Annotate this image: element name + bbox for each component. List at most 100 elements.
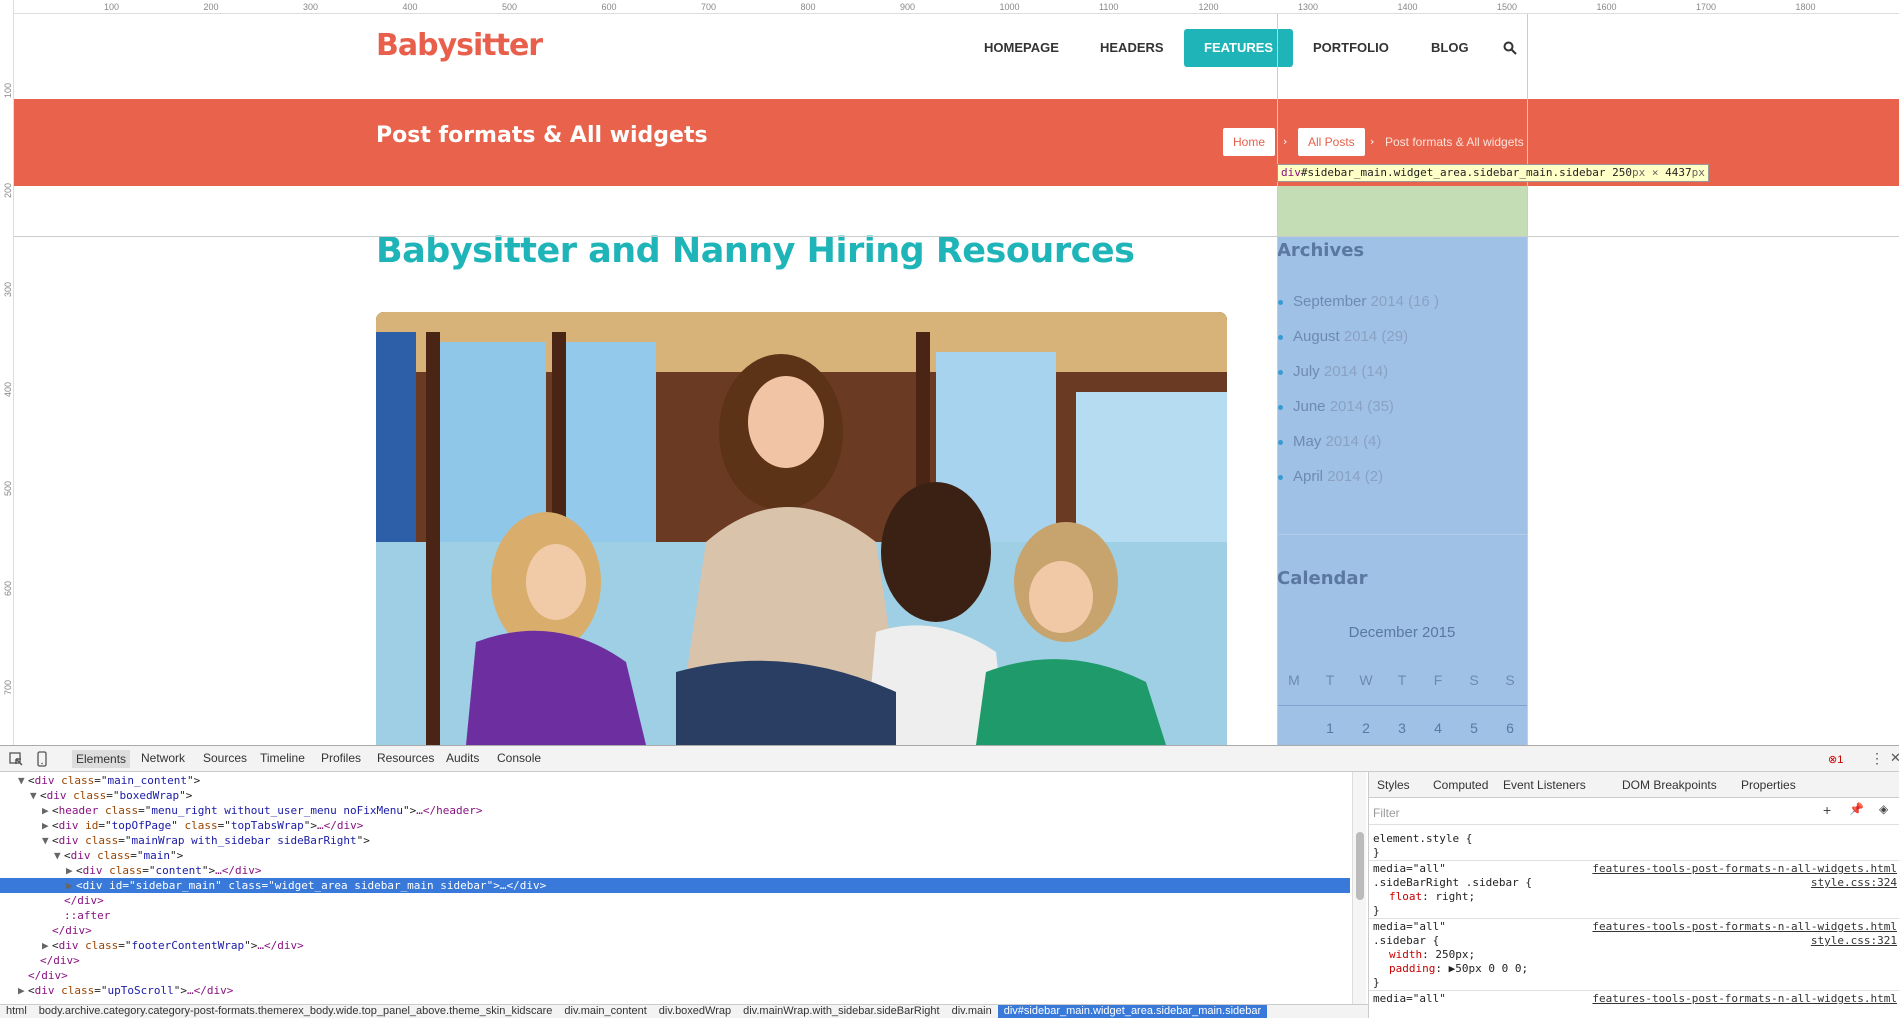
dom-node[interactable]: </div>: [0, 893, 1350, 908]
dom-tag-name: header: [58, 804, 99, 817]
element-breadcrumb[interactable]: div.main: [946, 1005, 998, 1018]
error-count-badge[interactable]: ⊗1: [1828, 753, 1843, 766]
collapsed-arrow-icon[interactable]: ▶: [18, 983, 28, 998]
calendar-day[interactable]: 6: [1492, 720, 1528, 736]
styles-tab-dom-breakpoints[interactable]: DOM Breakpoints: [1622, 778, 1717, 792]
new-rule-icon[interactable]: +: [1823, 802, 1831, 818]
element-breadcrumb[interactable]: div.boxedWrap: [653, 1005, 737, 1018]
dom-node[interactable]: ▶ <div id="topOfPage" class="topTabsWrap"…: [0, 818, 1350, 833]
site-logo[interactable]: Babysitter: [376, 28, 543, 63]
element-breadcrumb[interactable]: html: [0, 1005, 33, 1018]
collapsed-arrow-icon[interactable]: ▶: [42, 938, 52, 953]
dom-node[interactable]: </div>: [0, 953, 1350, 968]
expanded-arrow-icon[interactable]: ▼: [42, 833, 52, 848]
calendar-day[interactable]: 3: [1384, 720, 1420, 736]
dom-node[interactable]: ▼ <div class="main">: [0, 848, 1350, 863]
element-breadcrumb[interactable]: div.mainWrap.with_sidebar.sideBarRight: [737, 1005, 945, 1018]
dom-node[interactable]: ▶ <div class="content">…</div>: [0, 863, 1350, 878]
calendar-day[interactable]: 5: [1456, 720, 1492, 736]
devtools-tab-resources[interactable]: Resources: [377, 751, 434, 765]
styles-tab-properties[interactable]: Properties: [1741, 778, 1796, 792]
breadcrumb-home[interactable]: Home: [1223, 128, 1276, 156]
css-property[interactable]: padding: ▶50px 0 0 0;: [1389, 962, 1528, 976]
rule-selector[interactable]: .sideBarRight .sidebar {: [1373, 876, 1532, 890]
rule-selector[interactable]: element.style {: [1373, 832, 1472, 846]
dom-node[interactable]: ::after: [0, 908, 1350, 923]
devtools-tab-elements[interactable]: Elements: [72, 750, 131, 768]
dom-node[interactable]: ▼ <div class="mainWrap with_sidebar sideB…: [0, 833, 1350, 848]
rule-selector[interactable]: .sidebar {: [1373, 934, 1439, 948]
dom-node[interactable]: ▶ <div class="upToScroll">…</div>: [0, 983, 1350, 998]
devtools-tab-sources[interactable]: Sources: [203, 751, 247, 765]
toggle-element-state-icon[interactable]: ◈: [1879, 802, 1888, 816]
archive-month: April: [1293, 468, 1324, 485]
archive-item[interactable]: August 2014 (29): [1278, 328, 1408, 345]
css-property[interactable]: float: right;: [1389, 890, 1475, 904]
scrollbar-thumb[interactable]: [1356, 832, 1364, 900]
search-icon[interactable]: [1503, 41, 1517, 55]
rule-source-link[interactable]: features-tools-post-formats-n-all-widget…: [1592, 920, 1897, 934]
dom-node[interactable]: </div>: [0, 923, 1350, 938]
pin-icon[interactable]: 📌: [1849, 802, 1864, 816]
nav-headers[interactable]: HEADERS: [1080, 29, 1184, 67]
archive-item[interactable]: September 2014 (16 ): [1278, 293, 1439, 310]
collapsed-arrow-icon[interactable]: ▶: [66, 863, 76, 878]
archive-item[interactable]: May 2014 (4): [1278, 433, 1381, 450]
nav-homepage[interactable]: HOMEPAGE: [964, 29, 1079, 67]
calendar-day[interactable]: 4: [1420, 720, 1456, 736]
styles-tab-computed[interactable]: Computed: [1433, 778, 1488, 792]
archive-month: September: [1293, 293, 1367, 310]
archive-item[interactable]: April 2014 (2): [1278, 468, 1383, 485]
ruler-tick: 300: [303, 2, 319, 12]
styles-tab-styles[interactable]: Styles: [1377, 778, 1410, 792]
devtools-tab-profiles[interactable]: Profiles: [321, 751, 361, 765]
inspect-element-icon[interactable]: [8, 751, 24, 767]
rule-stylesheet-link[interactable]: style.css:321: [1811, 934, 1897, 948]
tooltip-selector: #sidebar_main.widget_area.sidebar_main.s…: [1300, 166, 1606, 179]
element-breadcrumb[interactable]: div#sidebar_main.widget_area.sidebar_mai…: [997, 1005, 1268, 1018]
collapsed-arrow-icon[interactable]: ▶: [66, 878, 76, 893]
devtools-tab-network[interactable]: Network: [141, 751, 185, 765]
post-title[interactable]: Babysitter and Nanny Hiring Resources: [376, 231, 1135, 271]
archive-item[interactable]: July 2014 (14): [1278, 363, 1388, 380]
element-breadcrumb[interactable]: div.main_content: [558, 1005, 652, 1018]
nav-portfolio[interactable]: PORTFOLIO: [1293, 29, 1409, 67]
ruler-tick: 1700: [1696, 2, 1717, 12]
dom-node[interactable]: ▶ <header class="menu_right without_user_…: [0, 803, 1350, 818]
rule-source-link[interactable]: features-tools-post-formats-n-all-widget…: [1592, 992, 1897, 1006]
styles-tab-event-listeners[interactable]: Event Listeners: [1503, 778, 1586, 792]
devtools-tab-console[interactable]: Console: [497, 751, 541, 765]
bullet-icon: [1278, 299, 1283, 305]
archive-item[interactable]: June 2014 (35): [1278, 398, 1394, 415]
calendar-day[interactable]: 2: [1348, 720, 1384, 736]
dom-attr-name: id: [109, 879, 123, 892]
breadcrumb-all-posts[interactable]: All Posts: [1298, 128, 1365, 156]
dom-node[interactable]: </div>: [0, 968, 1350, 983]
device-mode-icon[interactable]: [34, 751, 50, 767]
expanded-arrow-icon[interactable]: ▼: [18, 773, 28, 788]
dom-node[interactable]: ▼ <div class="main_content">: [0, 773, 1350, 788]
more-menu-icon[interactable]: ⋮: [1870, 750, 1884, 767]
dom-node-selected[interactable]: ▶ <div id="sidebar_main" class="widget_ar…: [0, 878, 1350, 893]
calendar-day[interactable]: 1: [1312, 720, 1348, 736]
dom-node[interactable]: ▼ <div class="boxedWrap">: [0, 788, 1350, 803]
expanded-arrow-icon[interactable]: ▼: [54, 848, 64, 863]
element-breadcrumb[interactable]: body.archive.category.category-post-form…: [33, 1005, 559, 1018]
bullet-icon: [1278, 334, 1283, 340]
collapsed-arrow-icon[interactable]: ▶: [42, 818, 52, 833]
collapsed-arrow-icon[interactable]: ▶: [42, 803, 52, 818]
dom-tree-scrollbar[interactable]: [1352, 772, 1366, 1004]
dom-attr-name: id: [85, 819, 99, 832]
rule-stylesheet-link[interactable]: style.css:324: [1811, 876, 1897, 890]
styles-filter-input[interactable]: Filter: [1373, 806, 1400, 820]
post-featured-image[interactable]: [376, 312, 1227, 745]
devtools-tab-audits[interactable]: Audits: [446, 751, 479, 765]
dom-node[interactable]: ▶ <div class="footerContentWrap">…</div>: [0, 938, 1350, 953]
nav-blog[interactable]: BLOG: [1411, 29, 1489, 67]
devtools-tab-timeline[interactable]: Timeline: [260, 751, 305, 765]
rule-source-link[interactable]: features-tools-post-formats-n-all-widget…: [1592, 862, 1897, 876]
archive-year: 2014: [1329, 398, 1364, 415]
close-icon[interactable]: ✕: [1890, 750, 1899, 766]
expanded-arrow-icon[interactable]: ▼: [30, 788, 40, 803]
css-property[interactable]: width: 250px;: [1389, 948, 1475, 962]
